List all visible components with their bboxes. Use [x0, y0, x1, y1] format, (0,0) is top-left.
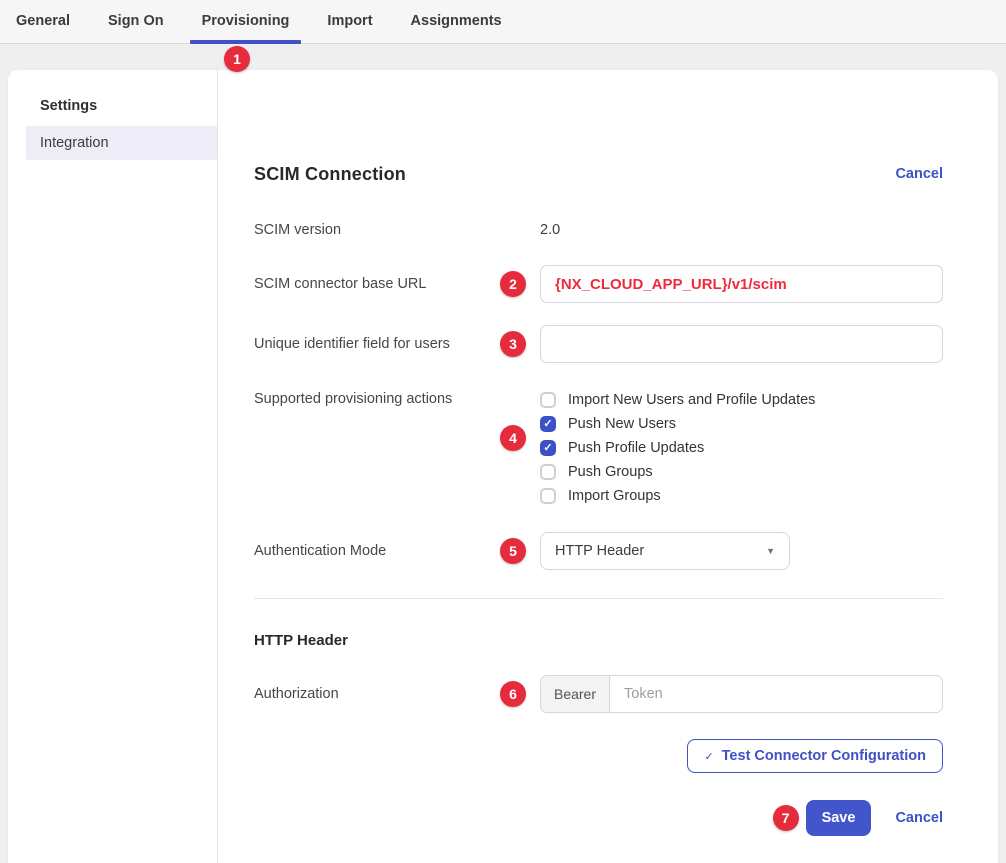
cancel-link-top[interactable]: Cancel — [895, 166, 943, 182]
provisioning-card: Settings Integration SCIM Connection Can… — [8, 70, 998, 863]
checkbox-icon[interactable] — [540, 392, 556, 408]
scim-version-value: 2.0 — [540, 222, 560, 238]
app-tabbar: General Sign On Provisioning Import Assi… — [0, 0, 1006, 44]
tab-assignments[interactable]: Assignments — [399, 0, 514, 43]
checkbox-import-groups[interactable]: Import Groups — [540, 484, 815, 508]
checkbox-push-profile-updates[interactable]: Push Profile Updates — [540, 436, 815, 460]
checkbox-icon[interactable] — [540, 440, 556, 456]
checkbox-icon[interactable] — [540, 416, 556, 432]
scim-form: SCIM Connection Cancel SCIM version 2.0 … — [254, 70, 943, 836]
save-button[interactable]: Save — [806, 800, 872, 836]
section-divider — [254, 598, 943, 599]
callout-badge-4: 4 — [500, 425, 526, 451]
tab-general[interactable]: General — [4, 0, 82, 43]
token-input[interactable] — [610, 676, 942, 712]
unique-id-row: Unique identifier field for users 3 — [254, 325, 943, 363]
checkbox-icon[interactable] — [540, 488, 556, 504]
check-icon: ✓ — [704, 750, 713, 763]
chevron-down-icon: ▼ — [766, 546, 775, 556]
tab-provisioning[interactable]: Provisioning — [190, 0, 302, 43]
page-title: SCIM Connection — [254, 164, 406, 185]
cancel-link-bottom[interactable]: Cancel — [895, 810, 943, 826]
callout-badge-3: 3 — [500, 331, 526, 357]
settings-sidebar: Settings Integration — [8, 70, 218, 863]
checkbox-label: Import Groups — [568, 488, 661, 504]
http-header-section-title: HTTP Header — [254, 632, 943, 650]
auth-mode-row: Authentication Mode 5 HTTP Header ▼ — [254, 532, 943, 570]
authorization-row: Authorization 6 Bearer — [254, 675, 943, 713]
sidebar-item-integration[interactable]: Integration — [26, 126, 217, 160]
checkbox-icon[interactable] — [540, 464, 556, 480]
auth-mode-label: Authentication Mode — [254, 543, 540, 559]
unique-id-label: Unique identifier field for users — [254, 336, 540, 352]
callout-badge-6: 6 — [500, 681, 526, 707]
provisioning-actions-label: Supported provisioning actions — [254, 388, 540, 407]
provisioning-actions-row: Supported provisioning actions 4 Import … — [254, 388, 943, 508]
checkbox-label: Push Profile Updates — [568, 440, 704, 456]
sidebar-heading: Settings — [8, 98, 217, 114]
checkbox-label: Push Groups — [568, 464, 653, 480]
base-url-row: SCIM connector base URL 2 — [254, 265, 943, 303]
callout-badge-7: 7 — [773, 805, 799, 831]
unique-id-input[interactable] — [540, 325, 943, 363]
checkbox-label: Push New Users — [568, 416, 676, 432]
checkbox-push-new-users[interactable]: Push New Users — [540, 412, 815, 436]
scim-version-row: SCIM version 2.0 — [254, 220, 943, 240]
tab-sign-on[interactable]: Sign On — [96, 0, 176, 43]
test-connector-label: Test Connector Configuration — [722, 748, 926, 764]
bearer-prefix: Bearer — [541, 676, 610, 712]
authorization-label: Authorization — [254, 686, 540, 702]
base-url-input[interactable] — [540, 265, 943, 303]
checkbox-import-new-users[interactable]: Import New Users and Profile Updates — [540, 388, 815, 412]
scim-version-label: SCIM version — [254, 222, 540, 238]
tab-import[interactable]: Import — [315, 0, 384, 43]
checkbox-label: Import New Users and Profile Updates — [568, 392, 815, 408]
callout-badge-1: 1 — [224, 46, 250, 72]
auth-mode-selected-value: HTTP Header — [555, 543, 644, 559]
auth-mode-select[interactable]: HTTP Header ▼ — [540, 532, 790, 570]
callout-badge-5: 5 — [500, 538, 526, 564]
callout-badge-2: 2 — [500, 271, 526, 297]
checkbox-push-groups[interactable]: Push Groups — [540, 460, 815, 484]
sidebar-item-label: Integration — [40, 135, 109, 151]
test-connector-button[interactable]: ✓ Test Connector Configuration — [687, 739, 943, 773]
base-url-label: SCIM connector base URL — [254, 276, 540, 292]
